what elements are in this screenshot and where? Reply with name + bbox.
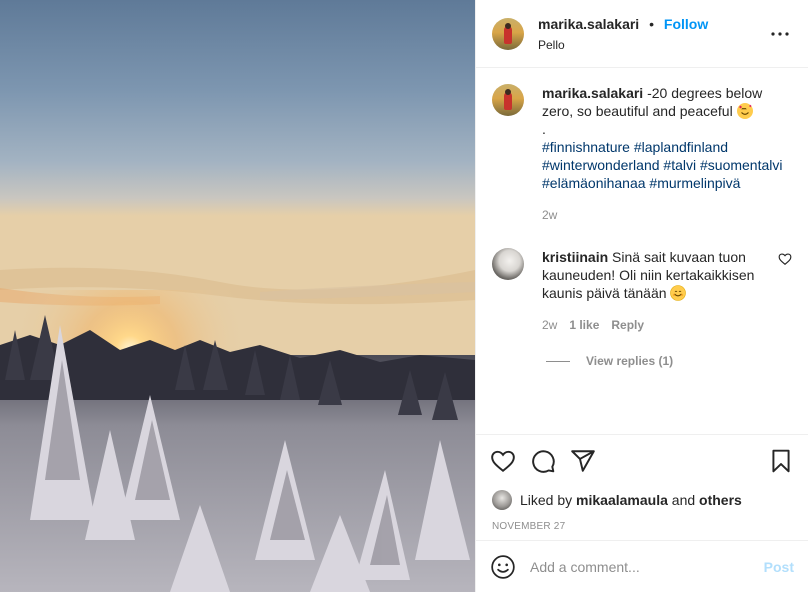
smiling-face-icon: [670, 285, 687, 301]
liked-by-label: Liked by: [520, 492, 573, 508]
author-meta: marika.salakari • Follow Pello: [538, 16, 768, 52]
caption-timestamp[interactable]: 2w: [542, 206, 792, 224]
heart-icon[interactable]: [490, 448, 516, 474]
comment-icon[interactable]: [530, 448, 556, 474]
post-date[interactable]: NOVEMBER 27: [476, 514, 808, 540]
liker-avatar[interactable]: [492, 490, 512, 510]
more-options-icon[interactable]: [768, 22, 792, 46]
caption-dot: .: [542, 121, 546, 137]
hashtag-link[interactable]: #talvi: [663, 157, 696, 173]
hashtag-link[interactable]: #laplandfinland: [634, 139, 728, 155]
separator-dot: •: [649, 15, 654, 32]
hashtag-link[interactable]: #suomentalvi: [700, 157, 783, 173]
comments-section: marika.salakari -20 degrees below zero, …: [476, 68, 808, 434]
post-photo[interactable]: [0, 0, 475, 592]
reply-button[interactable]: Reply: [611, 316, 644, 334]
smiling-face-with-hearts-icon: [736, 103, 753, 119]
author-username[interactable]: marika.salakari: [538, 16, 639, 32]
post-dialog: marika.salakari • Follow Pello marika.sa…: [0, 0, 808, 592]
likes-summary: Liked by mikaalamaula and others: [476, 486, 808, 514]
hashtag-link[interactable]: #elämäonihanaa: [542, 175, 646, 191]
comment-likes-count[interactable]: 1 like: [569, 316, 599, 334]
winter-sunset-image: [0, 0, 475, 592]
post-header: marika.salakari • Follow Pello: [476, 0, 808, 68]
bookmark-icon[interactable]: [768, 448, 794, 474]
comment-timestamp[interactable]: 2w: [542, 316, 557, 334]
commenter-username[interactable]: kristiinain: [542, 249, 608, 265]
add-comment-bar: Post: [476, 540, 808, 592]
replies-divider: [546, 360, 570, 362]
caption-username[interactable]: marika.salakari: [542, 85, 643, 101]
hashtag-link[interactable]: #murmelinpivä: [649, 175, 740, 191]
hashtag-link[interactable]: #finnishnature: [542, 139, 630, 155]
commenter-avatar[interactable]: [492, 248, 524, 280]
caption-row: marika.salakari -20 degrees below zero, …: [492, 84, 792, 224]
post-action-bar: [476, 434, 808, 486]
hashtag-link[interactable]: #winterwonderland: [542, 157, 660, 173]
hashtag-list: #finnishnature #laplandfinland #winterwo…: [542, 138, 792, 192]
share-icon[interactable]: [570, 448, 596, 474]
view-replies-label: View replies (1): [586, 354, 674, 368]
likes-others-link[interactable]: others: [699, 492, 742, 508]
post-comment-button[interactable]: Post: [764, 559, 794, 575]
comment-actions: 2w 1 like Reply: [542, 316, 778, 334]
view-replies-button[interactable]: View replies (1): [546, 354, 792, 368]
author-avatar[interactable]: [492, 17, 524, 50]
post-side-panel: marika.salakari • Follow Pello marika.sa…: [475, 0, 808, 592]
location-link[interactable]: Pello: [538, 38, 768, 52]
caption-author-avatar[interactable]: [492, 84, 524, 116]
comment-like-heart-icon[interactable]: [778, 252, 792, 266]
comment-row: kristiinain Sinä sait kuvaan tuon kauneu…: [492, 248, 792, 334]
likes-and-label: and: [671, 492, 696, 508]
liker-username[interactable]: mikaalamaula: [576, 492, 668, 508]
follow-button[interactable]: Follow: [664, 16, 708, 32]
add-comment-input[interactable]: [530, 558, 764, 575]
emoji-icon[interactable]: [490, 554, 516, 580]
